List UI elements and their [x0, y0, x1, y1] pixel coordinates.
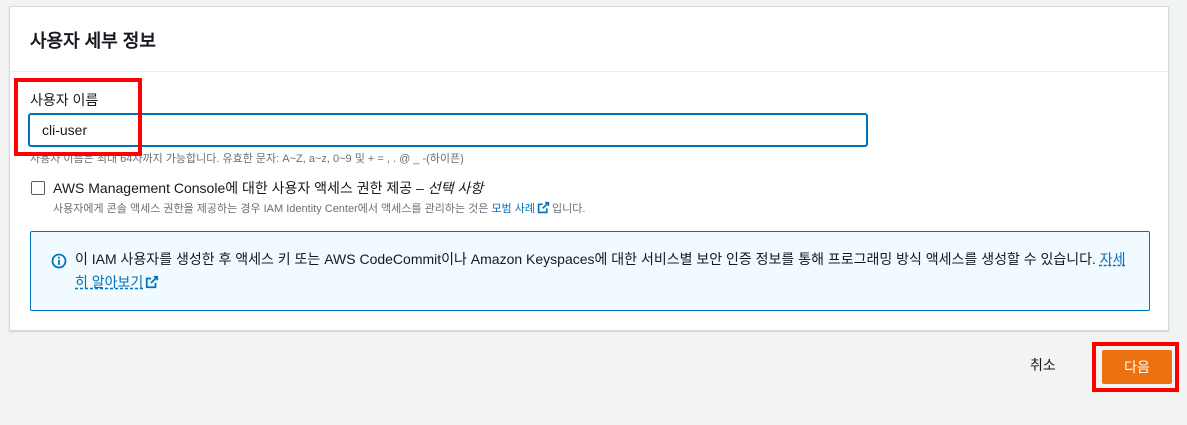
external-link-icon[interactable] — [145, 273, 159, 296]
annotation-box-username — [14, 78, 142, 156]
annotation-box-next — [1092, 342, 1179, 392]
info-icon — [51, 253, 67, 274]
console-access-description: 사용자에게 콘솔 액세스 권한을 제공하는 경우 IAM Identity Ce… — [53, 200, 585, 217]
info-alert: 이 IAM 사용자를 생성한 후 액세스 키 또는 AWS CodeCommit… — [30, 231, 1150, 311]
external-link-icon[interactable] — [537, 201, 550, 217]
best-practice-link[interactable]: 모범 사례 — [491, 203, 535, 215]
console-access-checkbox[interactable] — [31, 181, 45, 195]
console-desc-prefix: 사용자에게 콘솔 액세스 권한을 제공하는 경우 IAM Identity Ce… — [53, 203, 492, 215]
console-access-label[interactable]: AWS Management Console에 대한 사용자 액세스 권한 제공… — [53, 178, 483, 198]
optional-text: 선택 사항 — [427, 180, 484, 196]
cancel-button[interactable]: 취소 — [1030, 355, 1056, 375]
console-access-label-text: AWS Management Console에 대한 사용자 액세스 권한 제공… — [53, 180, 428, 196]
panel-title: 사용자 세부 정보 — [30, 31, 156, 51]
info-alert-text: 이 IAM 사용자를 생성한 후 액세스 키 또는 AWS CodeCommit… — [75, 248, 1135, 296]
username-input[interactable] — [29, 114, 867, 146]
info-alert-message: 이 IAM 사용자를 생성한 후 액세스 키 또는 AWS CodeCommit… — [75, 251, 1100, 267]
console-desc-suffix: 입니다. — [551, 203, 586, 215]
user-details-panel: 사용자 세부 정보 사용자 이름 사용자 이름은 최대 64자까지 가능합니다.… — [9, 6, 1169, 331]
panel-header: 사용자 세부 정보 — [10, 7, 1168, 72]
